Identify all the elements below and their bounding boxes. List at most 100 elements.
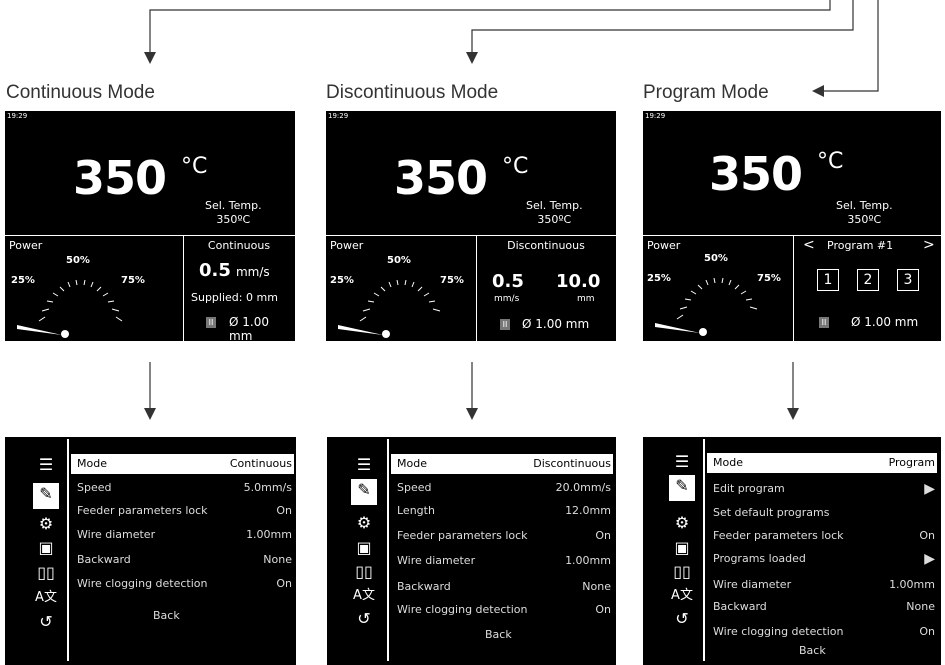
back-icon[interactable]: ↺ — [351, 608, 377, 630]
pause-icon[interactable]: II — [206, 317, 216, 328]
power-label: Power — [647, 239, 681, 252]
program-settings-menu: ☰ ✎ ⚙ ▣ ▯▯ A文 ↺ Mode Program Edit progra… — [643, 437, 941, 665]
back-button[interactable]: Back — [799, 644, 826, 657]
menu-row-mode[interactable]: Mode Continuous — [71, 454, 294, 474]
selected-temp: Sel. Temp. 350ºC — [836, 199, 893, 227]
selected-temp-label: Sel. Temp. — [205, 199, 262, 212]
soldering-iron-icon[interactable]: ✎ — [669, 475, 695, 501]
row-value: None — [906, 600, 935, 613]
menu-row-wire-diameter[interactable]: Wire diameter 1.00mm — [707, 575, 937, 595]
row-value: 5.0mm/s — [243, 481, 292, 494]
menu-list-icon[interactable]: ☰ — [33, 454, 59, 476]
soldering-iron-icon[interactable]: ✎ — [351, 479, 377, 505]
row-value: None — [263, 553, 292, 566]
soldering-iron-icon[interactable]: ✎ — [33, 483, 59, 509]
title-continuous: Continuous Mode — [6, 82, 155, 103]
row-value: None — [582, 580, 611, 593]
back-button[interactable]: Back — [153, 609, 180, 622]
row-label: Mode — [713, 456, 743, 469]
menu-row-feeder-lock[interactable]: Feeder parameters lock On — [71, 501, 294, 521]
discontinuous-screen: 19:29 350 °C Sel. Temp. 350ºC Power 50% … — [326, 111, 616, 341]
power-label: Power — [9, 239, 43, 252]
menu-row-wire-diameter[interactable]: Wire diameter 1.00mm — [71, 525, 294, 545]
arrow-to-program — [812, 0, 879, 97]
menu-row-wire-clogging[interactable]: Wire clogging detection On — [391, 600, 613, 620]
selected-temp-label: Sel. Temp. — [526, 199, 583, 212]
station-settings-icon[interactable]: ▣ — [351, 537, 377, 559]
menu-row-feeder-lock[interactable]: Feeder parameters lock On — [707, 526, 937, 546]
menu-row-speed[interactable]: Speed 20.0mm/s — [391, 478, 613, 498]
program-next-arrow[interactable]: > — [923, 237, 935, 253]
menu-row-speed[interactable]: Speed 5.0mm/s — [71, 478, 294, 498]
pause-icon[interactable]: II — [500, 319, 510, 330]
program-slot-1[interactable]: 1 — [817, 269, 839, 291]
selected-temp-value: 350ºC — [847, 213, 882, 226]
selected-temp-label: Sel. Temp. — [836, 199, 893, 212]
row-label: Wire diameter — [397, 554, 476, 567]
counters-icon[interactable]: ▯▯ — [33, 562, 59, 584]
back-button[interactable]: Back — [485, 628, 512, 641]
menu-row-set-default-programs[interactable]: Set default programs — [707, 503, 937, 523]
discontinuous-settings-menu: ☰ ✎ ⚙ ▣ ▯▯ A文 ↺ Mode Discontinuous Speed… — [327, 437, 616, 665]
menu-list-icon[interactable]: ☰ — [351, 454, 377, 476]
mode-panel-title: Continuous — [207, 239, 271, 252]
temperature-unit: °C — [181, 154, 208, 179]
menu-row-wire-clogging[interactable]: Wire clogging detection On — [71, 574, 294, 594]
back-icon[interactable]: ↺ — [33, 611, 59, 633]
row-value: Continuous — [229, 457, 292, 470]
menu-row-mode[interactable]: Mode Discontinuous — [391, 454, 613, 474]
title-discontinuous: Discontinuous Mode — [326, 82, 499, 103]
row-label: Feeder parameters lock — [713, 529, 844, 542]
row-value: On — [919, 529, 935, 542]
menu-row-wire-diameter[interactable]: Wire diameter 1.00mm — [391, 551, 613, 571]
row-value: On — [595, 603, 611, 616]
pause-icon[interactable]: II — [819, 317, 829, 328]
menu-row-programs-loaded[interactable]: Programs loaded ▶ — [707, 549, 937, 569]
row-label: Wire diameter — [713, 578, 792, 591]
language-icon[interactable]: A文 — [33, 587, 59, 609]
menu-row-backward[interactable]: Backward None — [391, 577, 613, 597]
row-value: Discontinuous — [533, 457, 611, 470]
menu-row-mode[interactable]: Mode Program — [707, 453, 937, 473]
row-value: On — [595, 529, 611, 542]
menu-list-icon[interactable]: ☰ — [669, 451, 695, 473]
menu-sidebar: ☰ ✎ ⚙ ▣ ▯▯ A文 ↺ — [27, 437, 67, 665]
back-icon[interactable]: ↺ — [669, 608, 695, 630]
wire-diameter: Ø 1.00 mm — [851, 315, 919, 329]
temperature-value: 350 — [73, 151, 167, 205]
temperature-settings-icon[interactable]: ⚙ — [33, 513, 59, 535]
temperature-value: 350 — [394, 151, 488, 205]
wire-diameter: Ø 1.00 mm — [229, 315, 269, 341]
selected-temp: Sel. Temp. 350ºC — [205, 199, 262, 227]
counters-icon[interactable]: ▯▯ — [351, 561, 377, 583]
row-value: 1.00mm — [246, 528, 292, 541]
menu-row-backward[interactable]: Backward None — [71, 550, 294, 570]
program-slot-3[interactable]: 3 — [897, 269, 919, 291]
length-value: 10.0 — [556, 271, 601, 292]
menu-row-wire-clogging[interactable]: Wire clogging detection On — [707, 622, 937, 642]
row-label: Backward — [77, 553, 131, 566]
program-prev-arrow[interactable]: < — [803, 237, 815, 253]
row-label: Backward — [397, 580, 451, 593]
clock: 19:29 — [328, 112, 349, 120]
mode-panel-title: Discontinuous — [507, 239, 585, 252]
menu-sidebar: ☰ ✎ ⚙ ▣ ▯▯ A文 ↺ — [345, 437, 385, 665]
power-gauge — [655, 277, 758, 336]
language-icon[interactable]: A文 — [351, 585, 377, 607]
temperature-settings-icon[interactable]: ⚙ — [669, 512, 695, 534]
title-program: Program Mode — [643, 82, 769, 103]
menu-row-length[interactable]: Length 12.0mm — [391, 501, 613, 521]
station-settings-icon[interactable]: ▣ — [669, 537, 695, 559]
row-value: 1.00mm — [889, 578, 935, 591]
language-icon[interactable]: A文 — [669, 585, 695, 607]
station-settings-icon[interactable]: ▣ — [33, 537, 59, 559]
row-label: Mode — [77, 457, 107, 470]
menu-row-feeder-lock[interactable]: Feeder parameters lock On — [391, 526, 613, 546]
menu-row-edit-program[interactable]: Edit program ▶ — [707, 479, 937, 499]
menu-row-backward[interactable]: Backward None — [707, 597, 937, 617]
program-slot-2[interactable]: 2 — [857, 269, 879, 291]
selected-temp: Sel. Temp. 350ºC — [526, 199, 583, 227]
counters-icon[interactable]: ▯▯ — [669, 561, 695, 583]
program-screen: 19:29 350 °C Sel. Temp. 350ºC Power 50% … — [643, 111, 941, 341]
temperature-settings-icon[interactable]: ⚙ — [351, 512, 377, 534]
